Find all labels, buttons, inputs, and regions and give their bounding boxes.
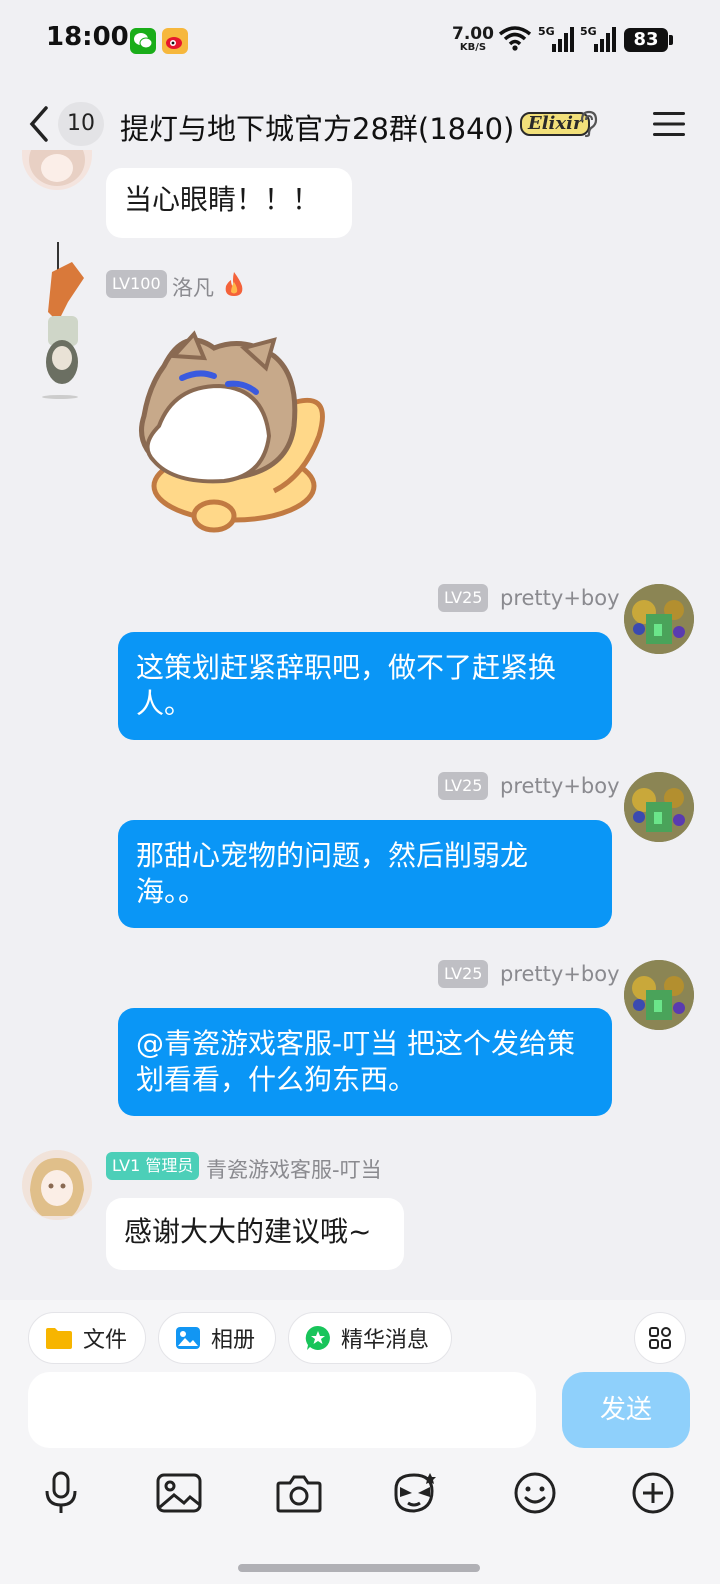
status-bar: 18:00 7.00 KB/S 5G 5G 83 [0,0,720,80]
avatar[interactable] [22,150,92,190]
avatar[interactable] [624,584,694,654]
svg-text:5G: 5G [580,25,597,38]
level-badge: LV25 [438,772,489,800]
sender-name[interactable]: pretty+boy [500,962,620,986]
message-bubble[interactable]: @青瓷游戏客服-叮当 把这个发给策划看看，什么狗东西。 [118,1008,612,1116]
microphone-icon[interactable] [36,1468,86,1518]
folder-icon [45,1326,73,1350]
cat-sticker[interactable] [124,326,328,536]
network-speed: 7.00 KB/S [452,24,494,53]
message-input[interactable] [28,1372,536,1448]
message-bubble[interactable]: 那甜心宠物的问题，然后削弱龙海。。 [118,820,612,928]
image-icon[interactable] [154,1468,204,1518]
ear-icon[interactable] [578,110,600,138]
sender-name[interactable]: pretty+boy [500,586,620,610]
message-bubble[interactable]: 当心眼睛！！！ [106,168,352,238]
battery-indicator: 83 [624,28,673,52]
message-text: 这策划赶紧辞职吧，做不了赶紧换人。 [136,651,557,720]
level-badge: LV25 [438,584,489,612]
message-text: @青瓷游戏客服-叮当 把这个发给策划看看，什么狗东西。 [136,1027,576,1096]
message-bubble[interactable]: 这策划赶紧辞职吧，做不了赶紧换人。 [118,632,612,740]
level-badge: LV100 [106,270,167,298]
page-title[interactable]: 提灯与地下城官方28群(1840) [120,106,514,148]
input-panel: 文件 相册 精华消息 发送 [0,1300,720,1584]
grid-icon [649,1327,671,1349]
chat-header: 10 提灯与地下城官方28群(1840) Elixir [0,80,720,168]
file-button-label: 文件 [83,1328,128,1353]
emoji-icon[interactable] [510,1468,560,1518]
fire-icon [225,272,243,296]
album-button-label: 相册 [211,1328,256,1353]
admin-badge: LV1 管理员 [106,1152,200,1180]
photo-icon [175,1326,201,1350]
cell-signal-icon: 5G [580,24,616,58]
avatar[interactable] [624,772,694,842]
sender-name[interactable]: pretty+boy [500,774,620,798]
message-bubble[interactable]: 感谢大大的建议哦~ [106,1198,404,1270]
home-indicator[interactable] [238,1564,480,1572]
send-button[interactable]: 发送 [562,1372,690,1448]
menu-icon[interactable] [652,110,686,138]
status-time: 18:00 [46,22,129,52]
weibo-icon [162,28,188,54]
level-badge: LV25 [438,960,489,988]
message-text: 感谢大大的建议哦~ [124,1215,372,1248]
file-button[interactable]: 文件 [28,1312,146,1364]
featured-button-label: 精华消息 [341,1328,430,1353]
hongbao-face-icon[interactable] [390,1468,440,1518]
sender-name[interactable]: 青瓷游戏客服-叮当 [206,1154,382,1184]
back-arrow-icon[interactable] [24,104,54,144]
avatar[interactable] [28,242,92,402]
more-apps-button[interactable] [634,1312,686,1364]
avatar[interactable] [624,960,694,1030]
wechat-icon [130,28,156,54]
cell-signal-icon: 5G [538,24,574,58]
wifi-icon [498,26,532,51]
star-icon [305,1325,331,1351]
unread-count-badge[interactable]: 10 [58,102,104,146]
album-button[interactable]: 相册 [158,1312,276,1364]
avatar[interactable] [22,1150,92,1220]
plus-icon[interactable] [628,1468,678,1518]
message-text: 那甜心宠物的问题，然后削弱龙海。。 [136,839,529,908]
svg-text:5G: 5G [538,25,555,38]
message-text: 当心眼睛！！！ [124,183,321,216]
camera-icon[interactable] [274,1468,324,1518]
sender-name[interactable]: 洛凡 [172,272,214,302]
featured-messages-button[interactable]: 精华消息 [288,1312,452,1364]
